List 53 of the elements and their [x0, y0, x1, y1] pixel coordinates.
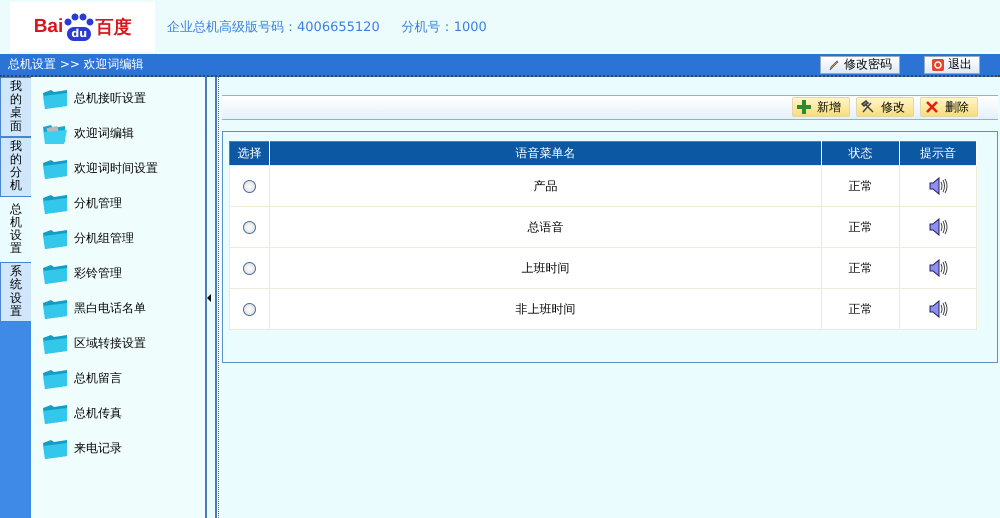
toolbar-button[interactable]: 新增: [792, 97, 850, 117]
speaker-icon[interactable]: [928, 299, 948, 319]
sidebar-item[interactable]: 总机留言: [31, 361, 205, 396]
sidebar-item[interactable]: 欢迎词时间设置: [31, 151, 205, 186]
table-cell: 正常: [822, 288, 900, 330]
sidebar-item[interactable]: 分机管理: [31, 186, 205, 221]
phone-number-text: 企业总机高级版号码：4006655120: [167, 19, 380, 36]
speaker-icon[interactable]: [928, 176, 948, 196]
sidebar-item[interactable]: 总机接听设置: [31, 81, 205, 116]
table-cell: 正常: [822, 166, 900, 206]
table-cell: 正常: [822, 248, 900, 288]
extension-text: 分机号：1000: [402, 19, 487, 36]
sidebar-item[interactable]: 总机传真: [31, 396, 205, 431]
sidebar-item[interactable]: 彩铃管理: [31, 256, 205, 291]
side-tab[interactable]: 总机设置: [0, 196, 32, 262]
sidebar-item[interactable]: 欢迎词编辑: [31, 116, 205, 151]
table-cell: 非上班时间: [270, 288, 822, 330]
sidebar-item[interactable]: 区域转接设置: [31, 326, 205, 361]
table-cell: 正常: [822, 206, 900, 248]
column-header: 提示音: [900, 142, 976, 166]
sidebar-item[interactable]: 来电记录: [31, 431, 205, 466]
column-header: 语音菜单名: [270, 142, 822, 166]
toolbar-button[interactable]: 删除: [920, 97, 978, 117]
side-tab[interactable]: 我的桌面: [0, 77, 32, 137]
radio-button[interactable]: [243, 303, 256, 316]
radio-button[interactable]: [243, 262, 256, 276]
header-button[interactable]: 退出: [924, 56, 980, 74]
logo-text: Bai: [34, 16, 64, 38]
pencil-icon: [828, 58, 840, 70]
speaker-icon[interactable]: [928, 217, 948, 237]
collapse-arrow-icon: [207, 294, 211, 302]
plus-icon: [797, 100, 811, 114]
splitter[interactable]: [206, 77, 217, 518]
table-cell: 上班时间: [270, 248, 822, 288]
header-button[interactable]: 修改密码: [820, 56, 900, 74]
toolbar-button[interactable]: 修改: [856, 97, 914, 117]
radio-button[interactable]: [243, 180, 256, 194]
side-tab[interactable]: 系统设置: [0, 262, 32, 322]
sidebar-item[interactable]: 黑白电话名单: [31, 291, 205, 326]
power-icon: [932, 58, 944, 70]
hammer-wrench-icon: [861, 100, 875, 114]
close-icon: [925, 100, 939, 114]
side-tab[interactable]: 我的分机: [0, 136, 32, 196]
logo-text: 百度: [95, 16, 132, 39]
speaker-icon[interactable]: [928, 258, 948, 278]
breadcrumb: 总机设置 >> 欢迎词编辑: [8, 56, 144, 73]
radio-button[interactable]: [243, 221, 256, 234]
paw-logo: du: [64, 13, 94, 41]
column-header: 选择: [230, 142, 270, 166]
table-cell: 总语音: [270, 206, 822, 248]
sidebar-item[interactable]: 分机组管理: [31, 221, 205, 256]
column-header: 状态: [822, 142, 900, 166]
table-cell: 产品: [270, 166, 822, 206]
